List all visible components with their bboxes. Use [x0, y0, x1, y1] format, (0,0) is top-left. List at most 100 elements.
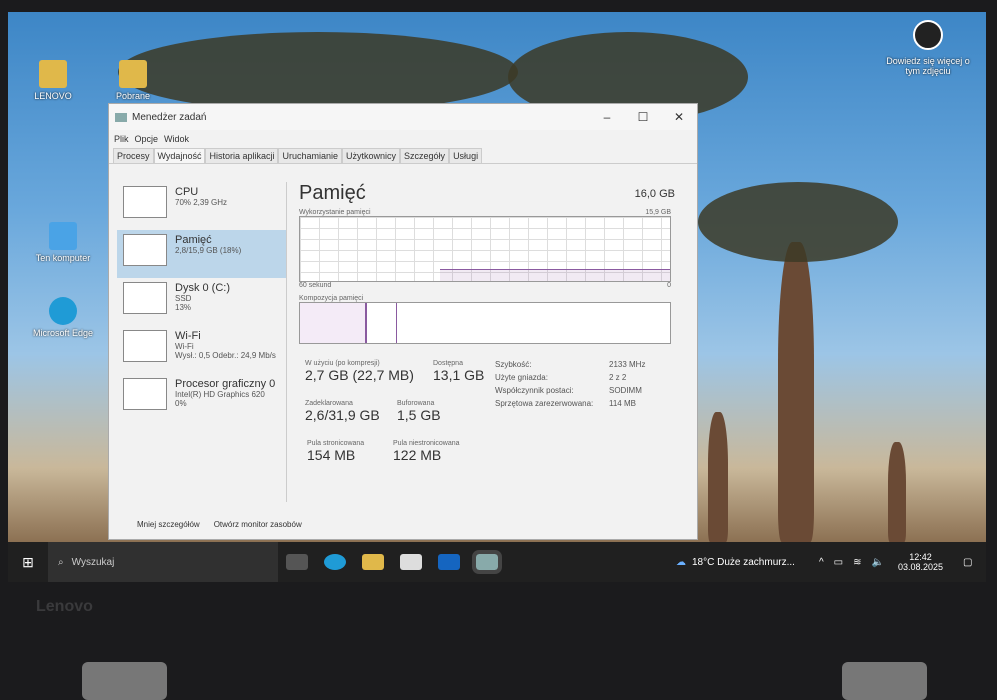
- item-sub2: 13%: [175, 303, 192, 312]
- window-title: Menedżer zadań: [132, 111, 207, 123]
- usage-label: Wykorzystanie pamięci: [299, 209, 371, 216]
- tree-canopy: [118, 32, 518, 112]
- tab-app-history[interactable]: Historia aplikacji: [205, 148, 279, 163]
- cached-segment: [364, 303, 397, 343]
- hinge: [82, 662, 167, 700]
- store-icon[interactable]: [400, 554, 422, 570]
- committed-label: Zadeklarowana: [305, 400, 353, 407]
- tab-services[interactable]: Usługi: [449, 148, 483, 163]
- weather-text: 18°C Duże zachmurz...: [692, 556, 795, 568]
- sidebar-item-cpu[interactable]: CPU 70% 2,39 GHz: [117, 182, 286, 230]
- tab-startup[interactable]: Uruchamianie: [278, 148, 343, 163]
- file-explorer-icon[interactable]: [362, 554, 384, 570]
- desktop-icon-pobrane[interactable]: Pobrane: [98, 60, 168, 101]
- menu-widok[interactable]: Widok: [164, 134, 189, 144]
- item-sub: SSD: [175, 294, 192, 303]
- wifi-mini-graph: [123, 330, 167, 362]
- item-title: Dysk 0 (C:): [175, 282, 230, 294]
- learn-about-picture[interactable]: Dowiedz się więcej o tym zdjęciu: [878, 20, 978, 76]
- search-box[interactable]: ⌕ Wyszukaj: [48, 542, 278, 582]
- committed-value: 2,6/31,9 GB: [305, 407, 380, 423]
- notifications-icon[interactable]: ▢: [963, 557, 972, 568]
- paged-value: 154 MB: [307, 447, 356, 463]
- sidebar-item-gpu[interactable]: Procesor graficzny 0 Intel(R) HD Graphics…: [117, 374, 286, 422]
- tab-details[interactable]: Szczegóły: [400, 148, 450, 163]
- total-memory: 16,0 GB: [634, 188, 675, 200]
- item-title: Procesor graficzny 0: [175, 378, 276, 390]
- desktop-icon-this-pc[interactable]: Ten komputer: [28, 222, 98, 263]
- fewer-details-button[interactable]: Mniej szczegółów: [137, 520, 200, 529]
- menu-opcje[interactable]: Opcje: [135, 134, 159, 144]
- spec-value: 2133 MHz: [609, 360, 646, 369]
- icon-label: Microsoft Edge: [32, 328, 94, 338]
- panel-title: Pamięć: [299, 182, 366, 204]
- spec-value: SODIMM: [609, 386, 642, 395]
- in-use-value: 2,7 GB (22,7 MB): [305, 367, 414, 383]
- cached-value: 1,5 GB: [397, 407, 441, 423]
- edge-icon[interactable]: [324, 554, 346, 570]
- open-resource-monitor-link[interactable]: Otwórz monitor zasobów: [214, 520, 302, 529]
- disk-mini-graph: [123, 282, 167, 314]
- spec-key: Współczynnik postaci:: [495, 386, 574, 395]
- cpu-mini-graph: [123, 186, 167, 218]
- volume-icon[interactable]: 🔈: [871, 557, 883, 568]
- memory-composition-bar: [299, 302, 671, 344]
- spec-key: Użyte gniazda:: [495, 373, 548, 382]
- composition-label: Kompozycja pamięci: [299, 295, 364, 302]
- outlook-icon[interactable]: [438, 554, 460, 570]
- icon-label: Ten komputer: [35, 253, 91, 263]
- clock[interactable]: 12:42 03.08.2025: [898, 552, 943, 572]
- screen: LENOVO Pobrane Ten komputer Microsoft Ed…: [8, 12, 986, 582]
- gpu-mini-graph: [123, 378, 167, 410]
- chevron-up-icon[interactable]: ^: [819, 557, 824, 568]
- minimize-button[interactable]: –: [589, 110, 625, 124]
- item-sub: 70% 2,39 GHz: [175, 198, 228, 207]
- battery-icon[interactable]: ▭: [834, 557, 843, 568]
- desktop-icon-edge[interactable]: Microsoft Edge: [28, 297, 98, 338]
- learn-label: Dowiedz się więcej o tym zdjęciu: [886, 56, 970, 76]
- taskbar: ⊞ ⌕ Wyszukaj ☁ 18°C Duże zachmurz... ^ ▭ ≋ 🔈 …: [8, 542, 986, 582]
- camera-icon: [913, 20, 943, 50]
- icon-label: Pobrane: [115, 91, 151, 101]
- baobab-tree: [888, 442, 906, 542]
- wifi-icon[interactable]: ≋: [853, 557, 861, 568]
- cached-label: Buforowana: [397, 400, 435, 407]
- tab-performance[interactable]: Wydajność: [153, 148, 206, 163]
- item-sub: Wi-Fi: [175, 342, 194, 351]
- item-sub2: 0%: [175, 399, 187, 408]
- sidebar-item-memory[interactable]: Pamięć 2,8/15,9 GB (18%): [117, 230, 286, 278]
- nonpaged-label: Pula niestronicowana: [393, 440, 460, 447]
- menu-plik[interactable]: Plik: [114, 134, 129, 144]
- hinge: [842, 662, 927, 700]
- tab-processes[interactable]: Procesy: [113, 148, 154, 163]
- task-manager-icon: [115, 112, 127, 122]
- usage-max: 15,9 GB: [645, 209, 671, 216]
- sidebar-item-wifi[interactable]: Wi-Fi Wi-Fi Wysł.: 0,5 Odebr.: 24,9 Mb/s: [117, 326, 286, 374]
- weather-widget[interactable]: ☁ 18°C Duże zachmurz...: [676, 557, 795, 568]
- task-manager-taskbar-icon[interactable]: [472, 550, 502, 574]
- close-button[interactable]: ✕: [661, 110, 697, 124]
- baobab-tree: [778, 242, 814, 542]
- item-title: Wi-Fi: [175, 330, 201, 342]
- baobab-tree: [708, 412, 728, 542]
- start-button[interactable]: ⊞: [8, 554, 48, 571]
- memory-panel: Pamięć 16,0 GB Wykorzystanie pamięci 15,9…: [299, 182, 683, 480]
- task-manager-window: Menedżer zadań – ☐ ✕ Plik Opcje Widok Proces…: [108, 103, 698, 540]
- memory-usage-graph: [299, 216, 671, 282]
- task-view-icon[interactable]: [286, 554, 308, 570]
- tab-users[interactable]: Użytkownicy: [342, 148, 401, 163]
- tree-canopy: [698, 182, 898, 262]
- title-bar: Menedżer zadań – ☐ ✕: [109, 104, 697, 130]
- available-label: Dostępna: [433, 360, 463, 367]
- spec-value: 2 z 2: [609, 373, 627, 382]
- sidebar-item-disk[interactable]: Dysk 0 (C:) SSD 13%: [117, 278, 286, 326]
- item-sub2: Wysł.: 0,5 Odebr.: 24,9 Mb/s: [175, 351, 276, 360]
- in-use-label: W użyciu (po kompresji): [305, 360, 380, 367]
- memory-mini-graph: [123, 234, 167, 266]
- item-sub: Intel(R) HD Graphics 620: [175, 390, 265, 399]
- maximize-button[interactable]: ☐: [625, 110, 661, 124]
- spec-key: Szybkość:: [495, 360, 532, 369]
- item-sub: 2,8/15,9 GB (18%): [175, 246, 242, 255]
- usage-line: [440, 269, 670, 281]
- desktop-icon-lenovo[interactable]: LENOVO: [18, 60, 88, 101]
